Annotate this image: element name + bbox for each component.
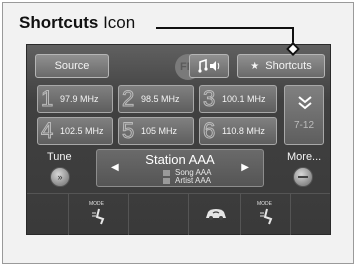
callout-rest-text: Icon <box>98 13 136 32</box>
callout-label: Shortcuts Icon <box>19 13 135 33</box>
recirculation-slot[interactable] <box>189 194 241 235</box>
preset-number: 2 <box>121 86 135 112</box>
seat-airflow-icon <box>92 208 105 225</box>
preset-button-1[interactable]: 1 97.9 MHz <box>37 85 113 113</box>
artist-icon <box>163 178 170 184</box>
music-settings-button[interactable] <box>189 54 229 78</box>
double-chevron-down-icon <box>298 96 312 110</box>
preset-button-2[interactable]: 2 98.5 MHz <box>118 85 194 113</box>
audio-screen: Source FM ★ Shortcuts 1 97.9 MHz 2 98.5 MHz… <box>26 44 331 235</box>
preset-frequency: 98.5 MHz <box>141 94 180 104</box>
station-name: Station AAA <box>145 152 215 167</box>
preset-number: 4 <box>40 118 54 144</box>
shortcuts-button-label: Shortcuts <box>265 60 312 72</box>
driver-airflow-mode-icon: MODE <box>87 201 109 227</box>
bottom-slot-3 <box>129 194 189 235</box>
bottom-slot-1 <box>27 194 69 235</box>
seat-airflow-icon <box>260 208 273 225</box>
seek-forward-icon: » <box>57 172 63 182</box>
tune-label: Tune <box>47 151 72 163</box>
source-button[interactable]: Source <box>35 54 109 78</box>
preset-number: 5 <box>121 118 135 144</box>
more-presets-label: 7-12 <box>294 120 315 131</box>
mode-slot-2[interactable]: MODE <box>241 194 291 235</box>
more-presets-button[interactable]: 7-12 <box>284 85 324 145</box>
preset-frequency: 110.8 MHz <box>222 126 265 136</box>
preset-number: 3 <box>202 86 216 112</box>
callout-leader-horizontal <box>156 27 294 29</box>
preset-button-6[interactable]: 6 110.8 MHz <box>199 117 277 145</box>
source-button-label: Source <box>54 60 90 72</box>
artist-name: Artist AAA <box>175 176 212 185</box>
page: Shortcuts Icon Source FM ★ Shortcuts 1 97.… <box>0 0 356 266</box>
preset-frequency: 97.9 MHz <box>60 94 99 104</box>
passenger-airflow-mode-icon: MODE <box>255 201 277 227</box>
station-panel: ◀ Station AAA Song AAA Artist AAA ▶ <box>96 149 264 187</box>
preset-button-4[interactable]: 4 102.5 MHz <box>37 117 113 145</box>
preset-frequency: 102.5 MHz <box>60 126 104 136</box>
song-icon <box>163 170 170 176</box>
shortcuts-button[interactable]: ★ Shortcuts <box>237 54 325 78</box>
tune-knob[interactable]: » <box>50 167 70 187</box>
more-label: More... <box>287 151 322 163</box>
mode-slot-1[interactable]: MODE <box>69 194 129 235</box>
preset-button-3[interactable]: 3 100.1 MHz <box>199 85 277 113</box>
star-icon: ★ <box>250 60 260 72</box>
callout-bold-text: Shortcuts <box>19 13 99 32</box>
music-note-speaker-icon <box>198 59 220 73</box>
bottom-bar: MODE MODE <box>27 193 330 235</box>
preset-frequency: 105 MHz <box>141 126 178 136</box>
preset-number: 1 <box>40 86 54 112</box>
bottom-slot-6 <box>291 194 330 235</box>
more-button[interactable] <box>293 167 313 187</box>
seek-right-arrow-icon[interactable]: ▶ <box>241 162 249 173</box>
car-recirculation-icon <box>206 209 226 220</box>
preset-button-5[interactable]: 5 105 MHz <box>118 117 194 145</box>
preset-number: 6 <box>202 118 216 144</box>
minus-icon <box>298 176 308 178</box>
preset-frequency: 100.1 MHz <box>222 94 266 104</box>
